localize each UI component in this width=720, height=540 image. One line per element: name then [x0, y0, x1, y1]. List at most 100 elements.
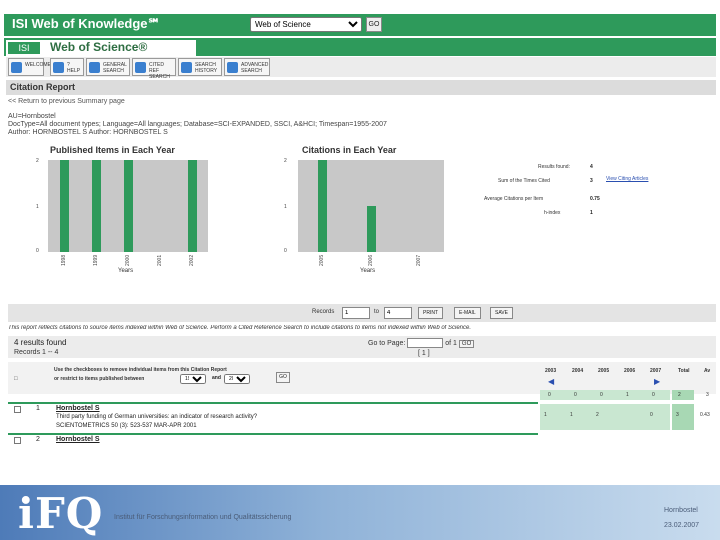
search-icon: [89, 62, 100, 73]
advanced-search-button[interactable]: ADVANCED SEARCH: [224, 58, 270, 76]
pub-bar: [187, 160, 197, 252]
cited-ref-icon: [135, 62, 146, 73]
row-index: 2: [36, 436, 40, 443]
cit-xtick: 2007: [416, 254, 423, 266]
help-button[interactable]: ? HELP: [50, 58, 84, 76]
goto-page-label: Go to Page:: [368, 339, 406, 347]
pub-xtick: 2002: [188, 254, 195, 266]
cit-ytick: 2: [284, 158, 287, 164]
welcome-button[interactable]: WELCOME: [8, 58, 51, 76]
total-cell: 3: [706, 392, 709, 398]
year-col-header: 2006: [624, 368, 636, 374]
results-found-label: Results found:: [538, 164, 570, 170]
pub-bar: [91, 160, 101, 252]
from-year-select[interactable]: 1955: [180, 374, 206, 384]
page-count: of 1: [445, 339, 457, 347]
search-history-button[interactable]: SEARCH HISTORY: [178, 58, 222, 76]
isi-logo: ISI: [8, 42, 40, 54]
h-index-label: h-index: [544, 210, 561, 216]
goto-page: Go to Page: of 1 GO: [368, 338, 475, 348]
history-icon: [181, 62, 192, 73]
row-title: Third party funding of German universiti…: [56, 414, 258, 420]
toolbar: WELCOME ? HELP GENERAL SEARCH CITED REF …: [6, 57, 716, 80]
pub-xtick: 2001: [156, 254, 163, 266]
records-from-input[interactable]: [342, 307, 370, 319]
filter-go-button[interactable]: GO: [276, 372, 290, 383]
total-cell: 0: [600, 392, 603, 398]
footer: iFQ Institut für Forschungsinformation u…: [0, 485, 720, 540]
select-all-checkbox-area[interactable]: □: [14, 376, 18, 382]
total-cell: 1: [626, 392, 629, 398]
save-button[interactable]: SAVE: [490, 307, 513, 319]
year-col-header: 2007: [650, 368, 662, 374]
cit-ytick: 0: [284, 248, 287, 254]
return-link[interactable]: << Return to previous Summary page: [8, 98, 125, 105]
cited-ref-search-button[interactable]: CITED REF SEARCH: [132, 58, 176, 80]
row-checkbox[interactable]: [14, 437, 21, 444]
records-to-label: to: [374, 309, 380, 315]
sum-times-cited-label: Sum of the Times Cited: [498, 178, 550, 184]
goto-page-input[interactable]: [407, 338, 444, 348]
db-go-button[interactable]: GO: [366, 17, 382, 32]
query-line: DocType=All document types; Language=All…: [8, 121, 387, 128]
row-separator: [8, 402, 538, 404]
coverage-note: This report reflects citations to source…: [8, 325, 472, 331]
row-value: 0.43: [700, 412, 710, 418]
pub-xlabel: Years: [118, 268, 134, 274]
general-search-button[interactable]: GENERAL SEARCH: [86, 58, 130, 76]
h-index-value: 1: [590, 210, 593, 216]
wos-tab: ISI Web of Science®: [6, 40, 196, 56]
query-author: AU=Hornbostel: [8, 113, 56, 120]
pager[interactable]: [ 1 ]: [418, 350, 430, 357]
pub-bar: [123, 160, 133, 252]
totals-total-bg: [672, 390, 694, 400]
query-summary: AU=Hornbostel DocType=All document types…: [8, 113, 387, 137]
avg-citations-value: 0.75: [590, 196, 600, 202]
results-found-value: 4: [590, 164, 593, 170]
page-title: Citation Report: [6, 80, 716, 95]
row-value: 1: [544, 412, 547, 418]
row-author-link[interactable]: Hornbostel S: [56, 436, 100, 443]
app-title: ISI Web of Knowledge℠: [12, 16, 161, 31]
to-year-select[interactable]: 2007: [224, 374, 250, 384]
advanced-search-icon: [227, 62, 238, 73]
pub-ytick: 2: [36, 158, 39, 164]
results-header: 4 results found Records 1 -- 4 Go to Pag…: [8, 336, 716, 358]
row-checkbox[interactable]: [14, 406, 21, 413]
footer-date: 23.02.2007: [664, 522, 700, 529]
view-citing-articles-link[interactable]: View Citing Articles: [606, 176, 648, 182]
institute-name: Institut für Forschungsinformation und Q…: [114, 514, 292, 521]
cit-bar: [317, 160, 327, 252]
year-col-header: Av: [704, 368, 711, 374]
prev-years-icon[interactable]: ◀: [548, 377, 554, 386]
year-col-header: 2005: [598, 368, 610, 374]
year-col-header: 2003: [545, 368, 557, 374]
cit-xtick: 2006: [367, 254, 374, 266]
sum-times-cited-value: 3: [590, 178, 593, 184]
records-range: Records 1 -- 4: [14, 349, 59, 356]
print-button[interactable]: PRINT: [418, 307, 443, 319]
total-cell: 0: [574, 392, 577, 398]
email-button[interactable]: E-MAIL: [454, 307, 481, 319]
pub-xtick: 2000: [124, 254, 131, 266]
row-value: 1: [570, 412, 573, 418]
records-to-input[interactable]: [384, 307, 412, 319]
row-source: SCIENTOMETRICS 50 (3): 523-537 MAR-APR 2…: [56, 423, 197, 429]
pub-chart: 2 1 0 Years 1998 1999 2000 2001 2002: [30, 156, 210, 276]
home-icon: [11, 62, 22, 73]
ifq-logo: iFQ: [18, 489, 104, 538]
results-count: 4 results found: [14, 338, 67, 347]
database-select[interactable]: Web of Science: [250, 17, 362, 32]
year-col-header: Total: [678, 368, 690, 374]
total-cell: 0: [652, 392, 655, 398]
row-value: 3: [676, 412, 679, 418]
avg-citations-label: Average Citations per Item: [484, 196, 544, 202]
row-author-link[interactable]: Hornbostel S: [56, 405, 100, 412]
pub-xtick: 1999: [92, 254, 99, 266]
next-years-icon[interactable]: ▶: [654, 377, 660, 386]
author-line: Author: HORNBOSTEL S Author: HORNBOSTEL …: [8, 129, 168, 136]
totals-row-bg: [540, 390, 670, 400]
goto-go-button[interactable]: GO: [458, 339, 475, 348]
total-cell: 2: [678, 392, 681, 398]
records-label: Records: [312, 309, 335, 315]
